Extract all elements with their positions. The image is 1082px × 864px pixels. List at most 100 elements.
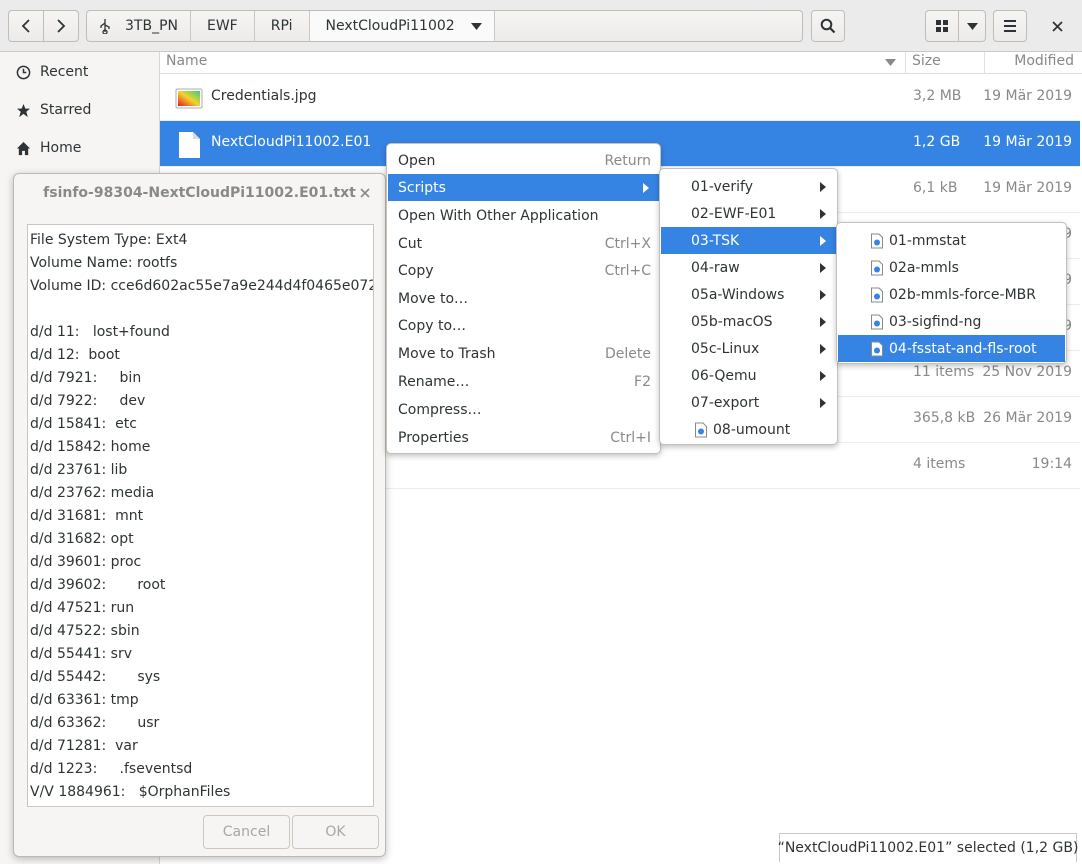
menu-item-label: 01-mmstat (889, 232, 966, 249)
scripts-menu-item[interactable]: 03-TSK (661, 227, 836, 254)
ok-button[interactable]: OK (292, 815, 379, 849)
back-arrow-icon (21, 19, 30, 33)
column-header: Name Size Modified (160, 52, 1082, 74)
menu-item-label: 05b-macOS (691, 313, 773, 330)
menu-item-label: 04-fsstat-and-fls-root (889, 340, 1037, 357)
scripts-menu-item[interactable]: 04-raw (661, 254, 836, 281)
column-size[interactable]: Size (912, 53, 941, 69)
menu-item-label: 05a-Windows (691, 286, 785, 303)
context-menu-item[interactable]: Properties Ctrl+I (388, 424, 659, 451)
tsk-menu-item[interactable]: 03-sigfind-ng (838, 308, 1065, 335)
context-menu-item[interactable]: Rename… F2 (388, 368, 659, 395)
drive-icon (100, 19, 110, 34)
menu-item-label: Copy to… (398, 317, 467, 334)
window-close-button[interactable] (1041, 10, 1073, 42)
scripts-menu-item[interactable]: 07-export (661, 389, 836, 416)
menu-item-label: Cut (398, 235, 423, 252)
menu-item-label: 03-TSK (691, 232, 740, 249)
text-line: Volume Name: rootfs (30, 255, 178, 271)
file-name: Credentials.jpg (211, 88, 317, 104)
dialog-text-area[interactable]: File System Type: Ext4 Volume Name: rootf… (27, 224, 374, 807)
sidebar-item-home[interactable]: Home (0, 129, 159, 167)
context-menu-item[interactable]: Compress… (388, 396, 659, 423)
crumb-current[interactable]: NextCloudPi11002 (309, 11, 495, 41)
back-button[interactable] (8, 10, 44, 42)
text-line: d/d 15842: home (30, 439, 151, 455)
column-modified[interactable]: Modified (1014, 53, 1074, 69)
context-menu-item[interactable]: Move to… (388, 285, 659, 312)
tsk-menu-item[interactable]: 02b-mmls-force-MBR (838, 281, 1065, 308)
text-line: d/d 31681: mnt (30, 508, 144, 524)
context-menu-item[interactable]: Copy Ctrl+C (388, 257, 659, 284)
sidebar-item-label: Home (40, 140, 82, 156)
sort-descending-icon[interactable] (885, 59, 896, 66)
cancel-button[interactable]: Cancel (203, 815, 290, 849)
menu-item-accelerator: Ctrl+I (610, 429, 651, 446)
sidebar-item-starred[interactable]: Starred (0, 91, 159, 129)
menu-item-label: 02a-mmls (889, 259, 959, 276)
scripts-menu-item[interactable]: 02-EWF-E01 (661, 200, 836, 227)
crumb-ewf[interactable]: EWF (191, 11, 255, 41)
scripts-menu-item[interactable]: 05b-macOS (661, 308, 836, 335)
search-button[interactable] (811, 10, 845, 42)
document-icon (179, 132, 200, 158)
tsk-menu-item[interactable]: 04-fsstat-and-fls-root (838, 335, 1065, 362)
text-line: d/d 55441: srv (30, 646, 132, 662)
submenu-arrow-icon (820, 290, 826, 300)
text-line: d/d 23762: media (30, 485, 155, 501)
tsk-menu-item[interactable]: 02a-mmls (838, 254, 1065, 281)
dialog-close-button[interactable] (355, 183, 375, 203)
context-menu-item[interactable]: Open With Other Application (388, 202, 659, 229)
text-line: d/d 39601: proc (30, 554, 142, 570)
text-line: d/d 39602: root (30, 577, 166, 593)
scripts-menu-item[interactable]: 01-verify (661, 173, 836, 200)
context-menu-item[interactable]: Open Return (388, 147, 659, 174)
scripts-menu-item[interactable]: 08-umount (661, 416, 836, 443)
menu-item-accelerator: F2 (634, 373, 651, 390)
menu-item-label: 04-raw (691, 259, 740, 276)
text-line: d/d 47521: run (30, 600, 135, 616)
context-menu-item[interactable]: Copy to… (388, 312, 659, 339)
file-row[interactable]: Credentials.jpg 3,2 MB 19 Mär 2019 (160, 75, 1080, 121)
script-icon (871, 314, 883, 330)
sidebar-item-label: Recent (40, 64, 89, 80)
file-modified: 19 Mär 2019 (983, 180, 1072, 196)
crumb-rpi[interactable]: RPi (255, 11, 310, 41)
home-icon (16, 141, 31, 155)
forward-button[interactable] (43, 10, 79, 42)
view-toggle-button[interactable] (925, 10, 959, 42)
text-line: d/d 47522: sbin (30, 623, 140, 639)
column-name[interactable]: Name (166, 53, 207, 69)
sidebar-item-recent[interactable]: Recent (0, 53, 159, 91)
context-menu-item[interactable]: Scripts (388, 174, 659, 201)
scripts-menu-item[interactable]: 05c-Linux (661, 335, 836, 362)
menu-item-label: Move to Trash (398, 345, 496, 362)
crumb-label: 3TB_PN (125, 18, 178, 34)
menu-item-label: Properties (398, 429, 469, 446)
context-menu-item[interactable]: Move to Trash Delete (388, 340, 659, 367)
submenu-arrow-icon (820, 371, 826, 381)
context-menu-item[interactable]: Cut Ctrl+X (388, 230, 659, 257)
text-line: d/d 71281: var (30, 738, 138, 754)
scripts-menu-item[interactable]: 05a-Windows (661, 281, 836, 308)
close-icon (360, 188, 370, 198)
submenu-arrow-icon (820, 209, 826, 219)
header-bar: 3TB_PN EWF RPi NextCloudPi11002 (0, 0, 1082, 52)
menu-item-label: 02b-mmls-force-MBR (889, 286, 1036, 303)
context-menu: Open Return Scripts Open With Other Applica… (386, 143, 661, 454)
path-bar: 3TB_PN EWF RPi NextCloudPi11002 (86, 10, 803, 42)
main-menu-button[interactable] (993, 10, 1027, 42)
tsk-menu-item[interactable]: 01-mmstat (838, 227, 1065, 254)
view-options-button[interactable] (958, 10, 986, 42)
menu-item-accelerator: Delete (605, 345, 651, 362)
menu-item-label: Scripts (398, 179, 446, 196)
scripts-menu-item[interactable]: 06-Qemu (661, 362, 836, 389)
submenu-arrow-icon (820, 317, 826, 327)
image-icon (175, 88, 203, 109)
text-line: d/d 55442: sys (30, 669, 161, 685)
script-icon (871, 233, 883, 249)
text-line: d/d 63362: usr (30, 715, 160, 731)
script-icon (871, 341, 883, 357)
drive-crumb[interactable]: 3TB_PN (87, 11, 191, 41)
grid-view-icon (936, 20, 948, 32)
